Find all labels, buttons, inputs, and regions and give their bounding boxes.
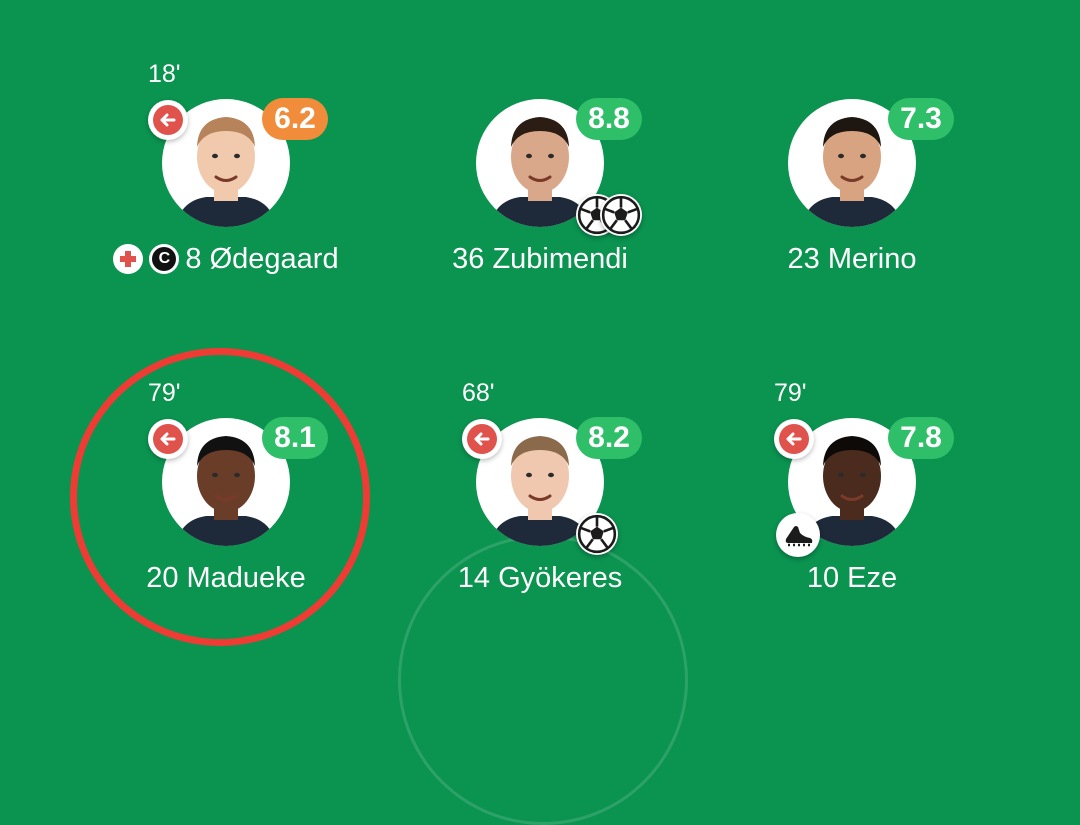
- player-rating: 8.2: [576, 417, 642, 459]
- player-name-row: C 8 Ødegaard: [76, 239, 376, 279]
- player-rating: 8.8: [576, 98, 642, 140]
- player-name-row: 36 Zubimendi: [390, 239, 690, 279]
- player-rating: 6.2: [262, 98, 328, 140]
- player-name: 14 Gyökeres: [457, 561, 623, 594]
- injury-cross-icon: [113, 244, 144, 274]
- player-card[interactable]: 79' 7.8 10 Eze: [702, 379, 1002, 623]
- substitution-time: 79': [774, 379, 807, 407]
- player-name: 10 Eze: [806, 561, 898, 594]
- player-name: 36 Zubimendi: [452, 242, 628, 275]
- player-card[interactable]: 7.3 23 Merino: [702, 64, 1002, 304]
- substitution-arrow-icon: [148, 100, 188, 140]
- player-card[interactable]: 8.8 36 Zubimendi: [390, 64, 690, 304]
- substitution-arrow-icon: [462, 419, 502, 459]
- highlight-circle-annotation: [70, 348, 370, 646]
- boot-icon: [776, 513, 820, 557]
- player-card[interactable]: 68' 8.2 14 Gyökeres: [390, 379, 690, 623]
- player-rating: 7.3: [888, 98, 954, 140]
- player-card[interactable]: 18' 6.2 C 8 Ødegaard: [0, 60, 339, 304]
- substitution-arrow-icon: [774, 419, 814, 459]
- captain-icon: C: [149, 244, 180, 274]
- player-name-row: 14 Gyökeres: [390, 558, 690, 598]
- substitution-time: 18': [148, 60, 181, 88]
- football-icon: [576, 513, 618, 555]
- player-name-row: 23 Merino: [702, 239, 1002, 279]
- player-name-row: 10 Eze: [702, 558, 1002, 598]
- player-rating: 7.8: [888, 417, 954, 459]
- player-name: 8 Ødegaard: [185, 242, 339, 275]
- player-name: 23 Merino: [787, 242, 917, 275]
- substitution-time: 68': [462, 379, 495, 407]
- football-icon: [600, 194, 642, 236]
